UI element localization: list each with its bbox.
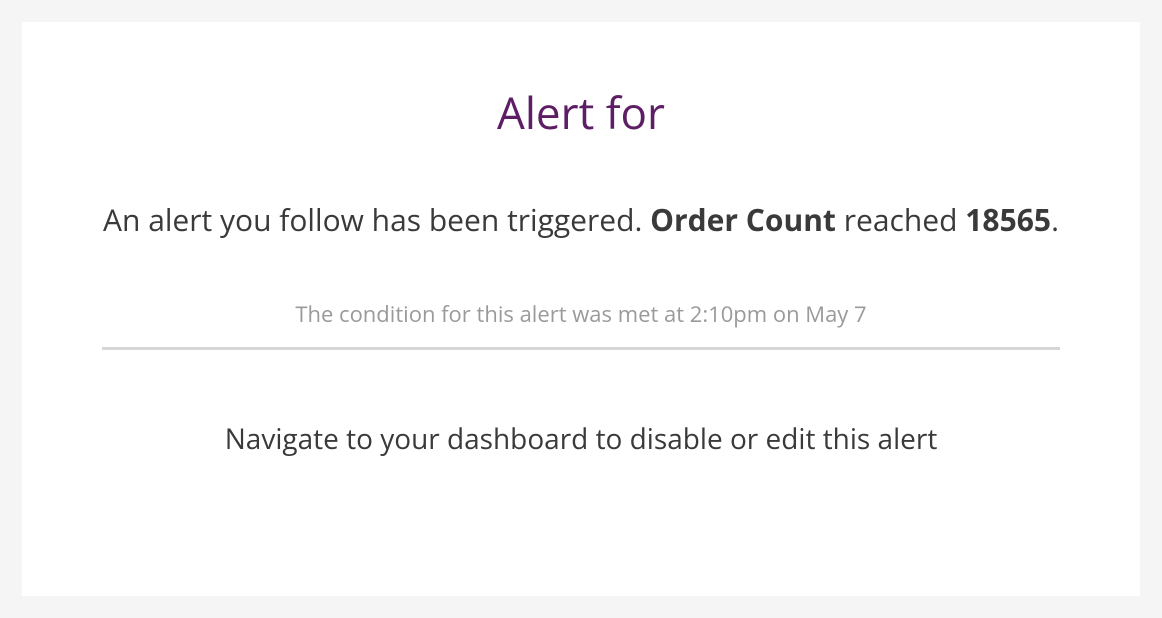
- alert-instruction: Navigate to your dashboard to disable or…: [102, 420, 1060, 458]
- alert-title: Alert for: [102, 82, 1060, 142]
- alert-value: 18565: [965, 199, 1051, 240]
- alert-message: An alert you follow has been triggered. …: [102, 197, 1060, 244]
- alert-condition: The condition for this alert was met at …: [102, 299, 1060, 329]
- alert-metric-name: Order Count: [650, 199, 836, 240]
- alert-card: Alert for An alert you follow has been t…: [22, 22, 1140, 596]
- alert-message-prefix: An alert you follow has been triggered.: [103, 199, 650, 240]
- alert-message-mid: reached: [836, 199, 965, 240]
- alert-message-suffix: .: [1051, 199, 1059, 240]
- divider: [102, 347, 1060, 350]
